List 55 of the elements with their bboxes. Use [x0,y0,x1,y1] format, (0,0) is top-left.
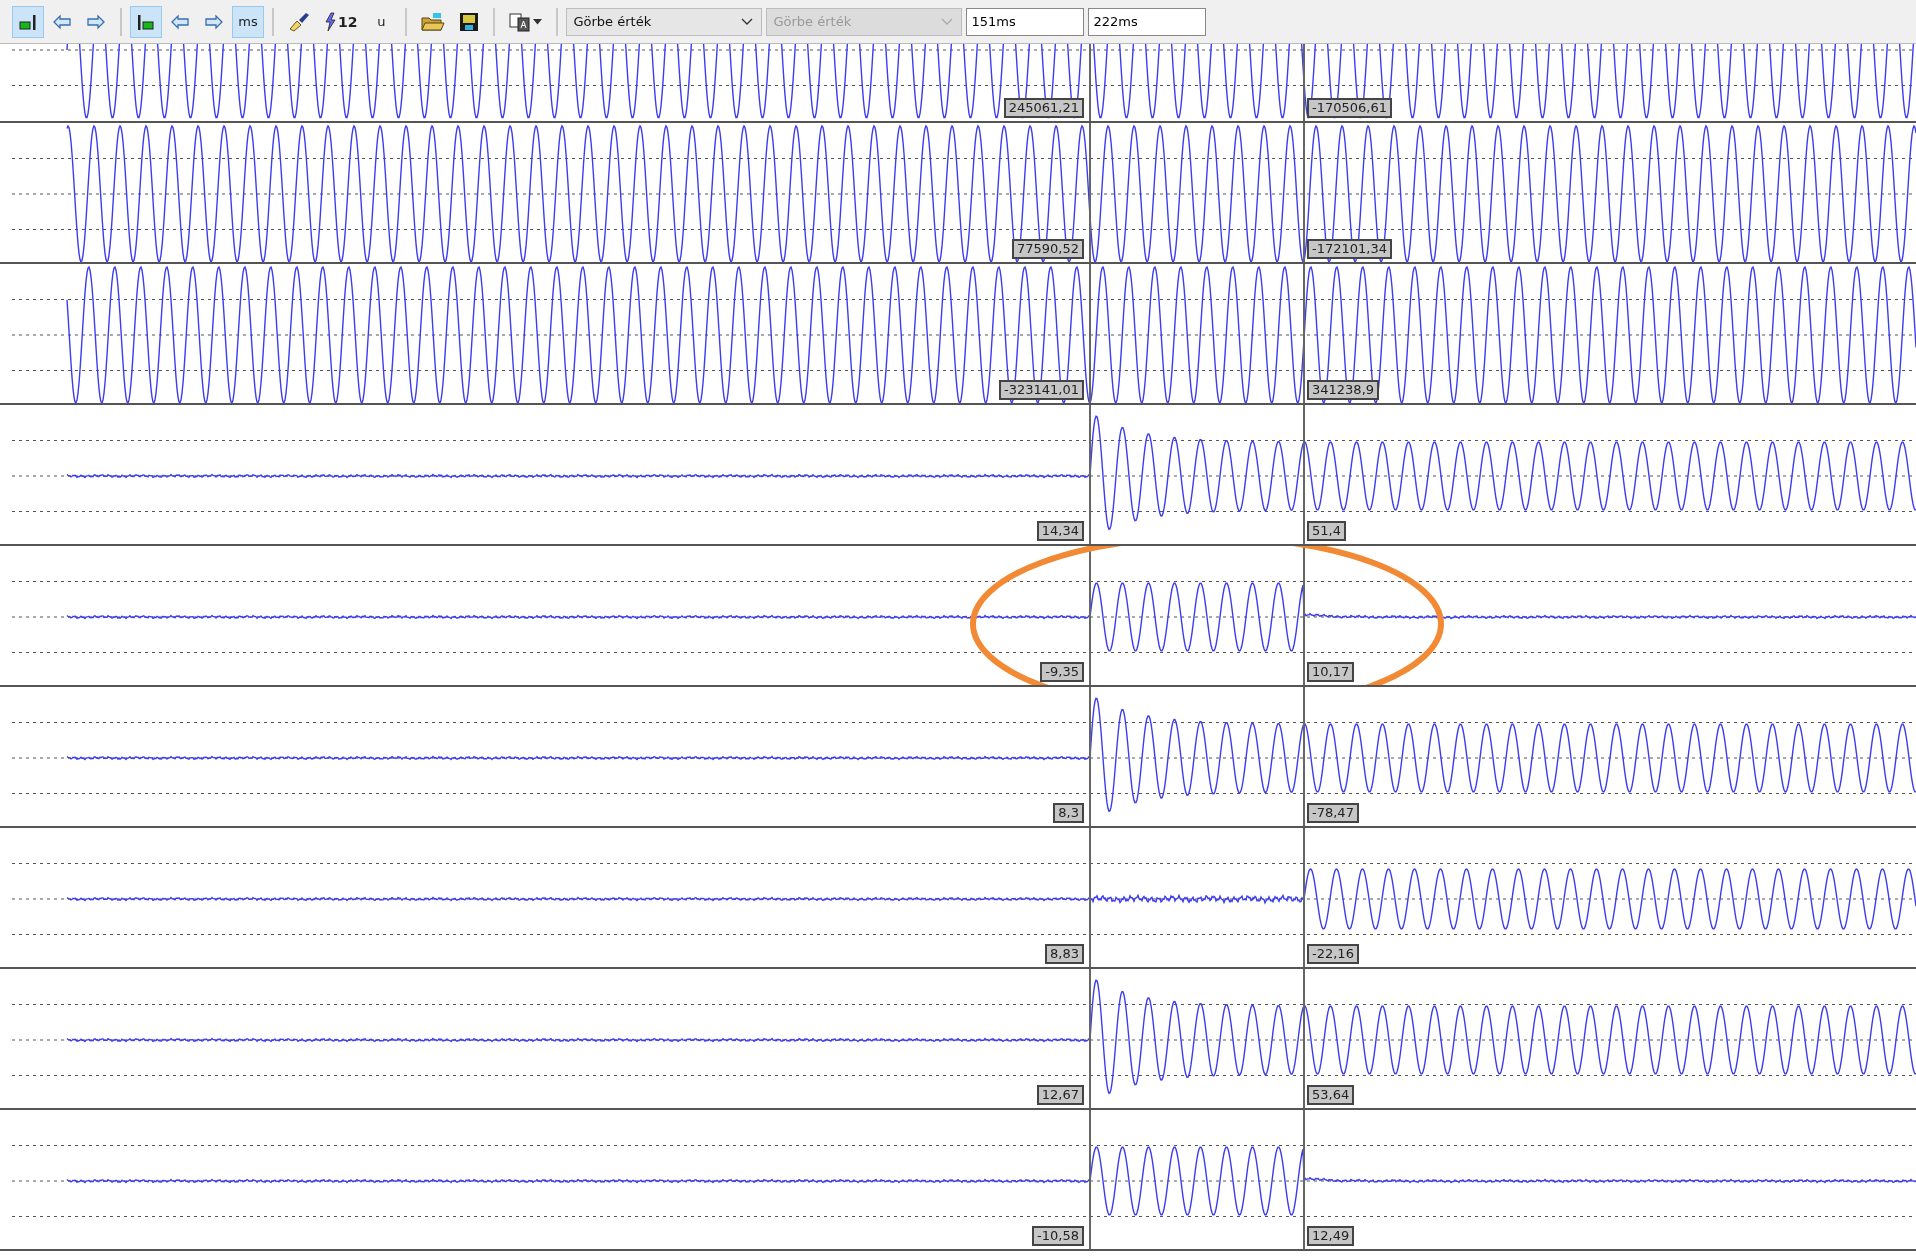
right-arrow-icon [86,13,106,30]
lightning-icon [324,11,336,32]
save-icon [459,11,480,32]
cursor-value: -78,47 [1307,803,1359,823]
cursor-line[interactable] [1089,44,1091,121]
cursor-value: 245061,21 [1003,98,1084,118]
cursor-line[interactable] [1303,123,1305,262]
cursor-value: -323141,01 [999,380,1084,400]
cursor-line[interactable] [1089,969,1091,1108]
caret-icon [533,18,543,25]
cursor-value: 77590,52 [1011,239,1084,259]
cursor-line[interactable] [1303,405,1305,544]
marker-button[interactable] [130,5,162,38]
cursor-value: 14,34 [1036,521,1084,541]
folder-icon [421,11,446,32]
chevron-icon [741,17,754,26]
cursor-line[interactable] [1089,405,1091,544]
brush-icon [288,10,310,33]
cursor-line[interactable] [1089,123,1091,262]
cursor-line[interactable] [1089,687,1091,826]
translate-icon [509,11,532,32]
right-arrow-icon [204,13,224,30]
left-arrow-icon [52,13,72,30]
cursor-line[interactable] [1303,546,1305,685]
time-field[interactable]: 222ms [1088,7,1207,36]
cursor-line[interactable] [1303,687,1305,826]
cursor-line[interactable] [1303,44,1305,121]
cursor-value: 8,83 [1045,944,1084,964]
cursor-line[interactable] [1089,828,1091,967]
cursor-value: 12,67 [1036,1085,1084,1105]
toggle-button[interactable]: ms [232,5,264,38]
curve-dropdown[interactable]: Görbe érték [566,7,763,36]
cursor-value: -22,16 [1307,944,1359,964]
cursor-line[interactable] [1303,1110,1305,1249]
cursor-value: 10,17 [1307,662,1355,682]
cursor-value: 12,49 [1307,1226,1355,1246]
lightning-button[interactable]: 12 [318,5,364,38]
cursor-value: -10,58 [1032,1226,1084,1246]
left-arrow-icon [170,13,190,30]
cursor-value: 341238,9 [1307,380,1380,400]
cursor-value: -172101,34 [1307,239,1392,259]
cursor-line[interactable] [1089,1110,1091,1249]
cursor-value: -170506,61 [1307,98,1392,118]
cursor-value: 8,3 [1053,803,1084,823]
chevron-icon [941,17,954,26]
cursor-line[interactable] [1303,969,1305,1108]
cursor-line[interactable] [1303,828,1305,967]
cursor-line[interactable] [1089,264,1091,403]
cursor-value: -9,35 [1040,662,1084,682]
cursor-value: 51,4 [1307,521,1346,541]
cursor-value: 53,64 [1307,1085,1355,1105]
time-field[interactable]: 151ms [966,7,1085,36]
marker-button[interactable] [12,5,44,38]
toggle-button[interactable]: u [365,5,398,38]
cursor-line[interactable] [1303,264,1305,403]
